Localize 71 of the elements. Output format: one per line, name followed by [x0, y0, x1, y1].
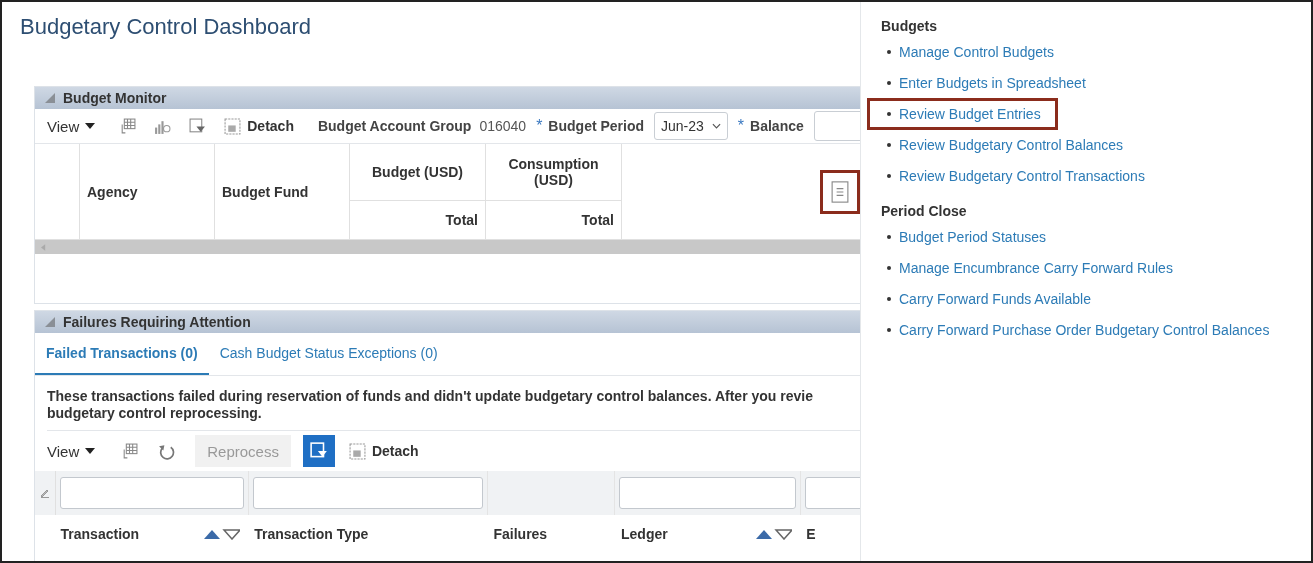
- filter-icon: [309, 442, 328, 460]
- columns-icon[interactable]: [121, 442, 139, 460]
- required-asterisk: *: [536, 117, 543, 135]
- task-link[interactable]: Review Budget Entries: [899, 106, 1041, 122]
- panel-title: Failures Requiring Attention: [63, 314, 251, 330]
- bullet-dot: [887, 50, 891, 54]
- bullet-dot: [887, 328, 891, 332]
- detach-icon: [224, 117, 242, 135]
- caret-icon: [85, 123, 96, 129]
- chevron-down-icon: [711, 123, 721, 129]
- filter-label: Balance: [750, 118, 804, 134]
- column-header: Transaction Type: [254, 526, 369, 542]
- view-menu[interactable]: View: [47, 442, 96, 460]
- column-header: Consumption (USD): [486, 144, 621, 201]
- tab[interactable]: Failed Transactions (0): [35, 333, 209, 375]
- tab[interactable]: Cash Budget Status Exceptions (0): [208, 333, 449, 375]
- section-title: Budgets: [881, 18, 938, 34]
- filter-toggle-button[interactable]: [302, 435, 335, 467]
- bullet-dot: [887, 112, 891, 116]
- filter-label: Budget Period: [548, 118, 645, 134]
- refresh-icon[interactable]: [158, 442, 176, 460]
- filter-input[interactable]: [619, 477, 796, 509]
- bullet-dot: [887, 235, 891, 239]
- filter-input[interactable]: [253, 477, 484, 509]
- column-header: Agency: [80, 144, 215, 239]
- select-field[interactable]: Jun-23: [654, 112, 728, 140]
- bullet-dot: [887, 297, 891, 301]
- task-link[interactable]: Budget Period Statuses: [899, 229, 1047, 245]
- column-header: Failures: [493, 526, 548, 542]
- sort-arrows-icon[interactable]: [204, 528, 241, 540]
- pencil-icon: [39, 488, 50, 498]
- document-icon[interactable]: [831, 179, 849, 204]
- collapse-triangle-icon[interactable]: [45, 317, 55, 327]
- column-header: Ledger: [621, 526, 668, 542]
- column-header: Budget Fund: [215, 144, 350, 239]
- detach-icon: [348, 442, 366, 460]
- column-header: E: [806, 526, 816, 542]
- task-link[interactable]: Manage Encumbrance Carry Forward Rules: [899, 260, 1173, 276]
- bullet-dot: [887, 81, 891, 85]
- message-text: These transactions failed during reservation of funds and didn't update budgetary control balances. After you revie: [47, 388, 814, 405]
- columns-icon[interactable]: [119, 117, 137, 135]
- task-link[interactable]: Review Budgetary Control Transactions: [899, 168, 1145, 184]
- collapse-triangle-icon[interactable]: [45, 93, 55, 103]
- detach-button[interactable]: Detach: [348, 442, 419, 460]
- page-title: Budgetary Control Dashboard: [20, 14, 313, 40]
- filter-label: Budget Account Group: [317, 118, 472, 134]
- view-menu[interactable]: View: [47, 117, 96, 135]
- task-link[interactable]: Carry Forward Purchase Order Budgetary Control Balances: [899, 322, 1270, 338]
- total-label: Total: [580, 211, 615, 230]
- bullet-dot: [887, 174, 891, 178]
- task-link[interactable]: Review Budgetary Control Balances: [899, 137, 1124, 153]
- filter-input[interactable]: [59, 477, 245, 509]
- bullet-dot: [887, 266, 891, 270]
- task-link[interactable]: Carry Forward Funds Available: [899, 291, 1091, 307]
- detach-button[interactable]: Detach: [224, 117, 294, 135]
- task-link[interactable]: Enter Budgets in Spreadsheet: [899, 75, 1086, 91]
- panel-title: Budget Monitor: [63, 90, 167, 106]
- sort-arrows-icon[interactable]: [756, 528, 793, 540]
- task-link[interactable]: Manage Control Budgets: [899, 44, 1054, 60]
- message-text: budgetary control reprocessing.: [47, 405, 263, 422]
- horizontal-scrollbar[interactable]: [35, 240, 860, 254]
- section-title: Period Close: [881, 203, 968, 219]
- total-label: Total: [444, 211, 479, 230]
- filter-value: 016040: [479, 118, 527, 134]
- caret-icon: [85, 448, 96, 454]
- required-asterisk: *: [737, 117, 745, 135]
- column-header: Budget (USD): [350, 144, 485, 201]
- select-field[interactable]: [813, 111, 860, 141]
- filter-icon[interactable]: [189, 117, 207, 135]
- bullet-dot: [887, 143, 891, 147]
- column-header: Transaction: [60, 526, 140, 542]
